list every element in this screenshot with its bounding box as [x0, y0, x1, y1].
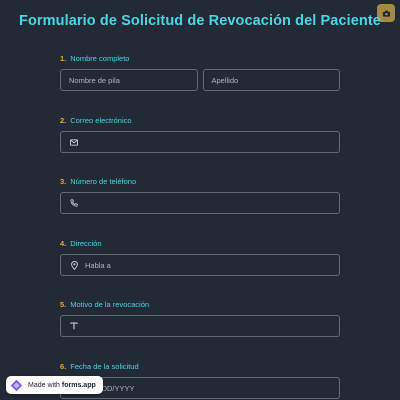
question-label: Motivo de la revocación — [70, 300, 150, 309]
made-with-prefix: Made with — [28, 381, 60, 389]
question-label: Dirección — [70, 239, 102, 248]
location-pin-icon — [69, 260, 79, 270]
question-number: 5. — [60, 300, 67, 309]
question-reason: 5. Motivo de la revocación — [60, 300, 340, 337]
question-label: Número de teléfono — [70, 177, 137, 186]
address-placeholder: Habla a — [85, 260, 111, 270]
question-label: Correo electrónico — [70, 116, 132, 125]
question-number: 1. — [60, 54, 67, 63]
made-with-badge[interactable]: Made with forms.app — [6, 376, 103, 394]
email-field[interactable] — [60, 131, 340, 153]
question-full-name: 1. Nombre completo Nombre de pila Apelli… — [60, 54, 340, 91]
question-email: 2. Correo electrónico — [60, 116, 340, 153]
forms-app-logo-icon — [10, 379, 23, 391]
question-label: Fecha de la solicitud — [70, 362, 139, 371]
address-field[interactable]: Habla a — [60, 254, 340, 276]
question-number: 6. — [60, 362, 67, 371]
envelope-icon — [69, 137, 79, 147]
question-number: 3. — [60, 177, 67, 186]
made-with-brand: forms.app — [61, 381, 96, 389]
question-number: 4. — [60, 239, 67, 248]
phone-field[interactable] — [60, 192, 340, 214]
last-name-input[interactable]: Apellido — [202, 69, 340, 91]
question-label: Nombre completo — [70, 54, 130, 63]
phone-icon — [69, 198, 79, 208]
last-name-placeholder: Apellido — [211, 75, 239, 85]
question-number: 2. — [60, 116, 67, 125]
form-title: Formulario de Solicitud de Revocación de… — [19, 13, 381, 29]
first-name-input[interactable]: Nombre de pila — [60, 69, 198, 91]
reason-field[interactable] — [60, 315, 340, 337]
text-icon — [69, 321, 79, 331]
first-name-placeholder: Nombre de pila — [69, 75, 120, 85]
question-phone: 3. Número de teléfono — [60, 177, 340, 214]
question-address: 4. Dirección Habla a — [60, 239, 340, 276]
